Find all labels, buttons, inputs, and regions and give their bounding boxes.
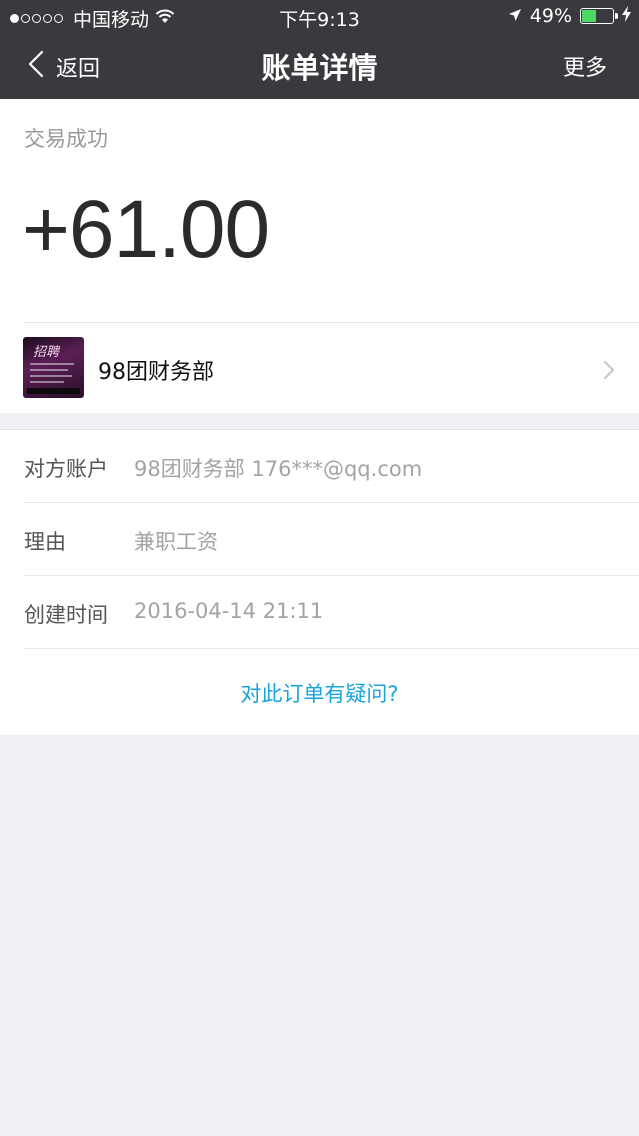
- chevron-right-icon: [603, 360, 615, 384]
- avatar-footer: [27, 388, 80, 394]
- transaction-status: 交易成功: [24, 127, 108, 151]
- charging-bolt-icon: [622, 5, 631, 27]
- more-button[interactable]: 更多: [563, 50, 607, 82]
- avatar: 招聘: [23, 337, 84, 398]
- battery-icon: [580, 8, 618, 24]
- detail-row-account: 对方账户 98团财务部 176***@qq.com: [0, 430, 639, 502]
- avatar-line: [30, 375, 72, 377]
- detail-label: 创建时间: [24, 603, 108, 627]
- avatar-text: 招聘: [33, 345, 60, 360]
- page-title: 账单详情: [261, 51, 378, 85]
- bill-detail-screen: 中国移动 下午9:13 49% 返回 账单详情 更多 交易成功 +61.00 招…: [0, 0, 639, 1136]
- detail-row-created-time: 创建时间 2016-04-14 21:11: [0, 576, 639, 648]
- battery-cap: [615, 13, 618, 19]
- header: 中国移动 下午9:13 49% 返回 账单详情 更多: [0, 0, 639, 99]
- detail-row-reason: 理由 兼职工资: [0, 503, 639, 575]
- detail-label: 对方账户: [24, 457, 108, 481]
- transaction-summary-card: 交易成功 +61.00 招聘 98团财务部: [0, 99, 639, 413]
- avatar-line: [30, 363, 74, 365]
- payer-name: 98团财务部: [98, 360, 214, 385]
- status-bar: 中国移动 下午9:13 49%: [0, 0, 639, 34]
- transaction-details-card: 对方账户 98团财务部 176***@qq.com 理由 兼职工资 创建时间 2…: [0, 429, 639, 735]
- detail-label: 理由: [24, 530, 66, 554]
- navigation-bar: 返回 账单详情 更多: [0, 34, 639, 99]
- detail-value: 2016-04-14 21:11: [134, 599, 324, 623]
- detail-value: 98团财务部 176***@qq.com: [134, 457, 423, 481]
- location-arrow-icon: [508, 5, 522, 27]
- detail-value: 兼职工资: [134, 530, 218, 554]
- transaction-amount: +61.00: [22, 184, 270, 275]
- battery-fill: [582, 10, 596, 22]
- payer-row[interactable]: 招聘 98团财务部: [0, 323, 639, 413]
- battery-percent: 49%: [529, 5, 572, 27]
- avatar-line: [30, 381, 64, 383]
- status-right: 49%: [508, 5, 631, 27]
- avatar-line: [30, 369, 68, 371]
- divider: [24, 648, 639, 649]
- order-question-link[interactable]: 对此订单有疑问?: [0, 678, 639, 708]
